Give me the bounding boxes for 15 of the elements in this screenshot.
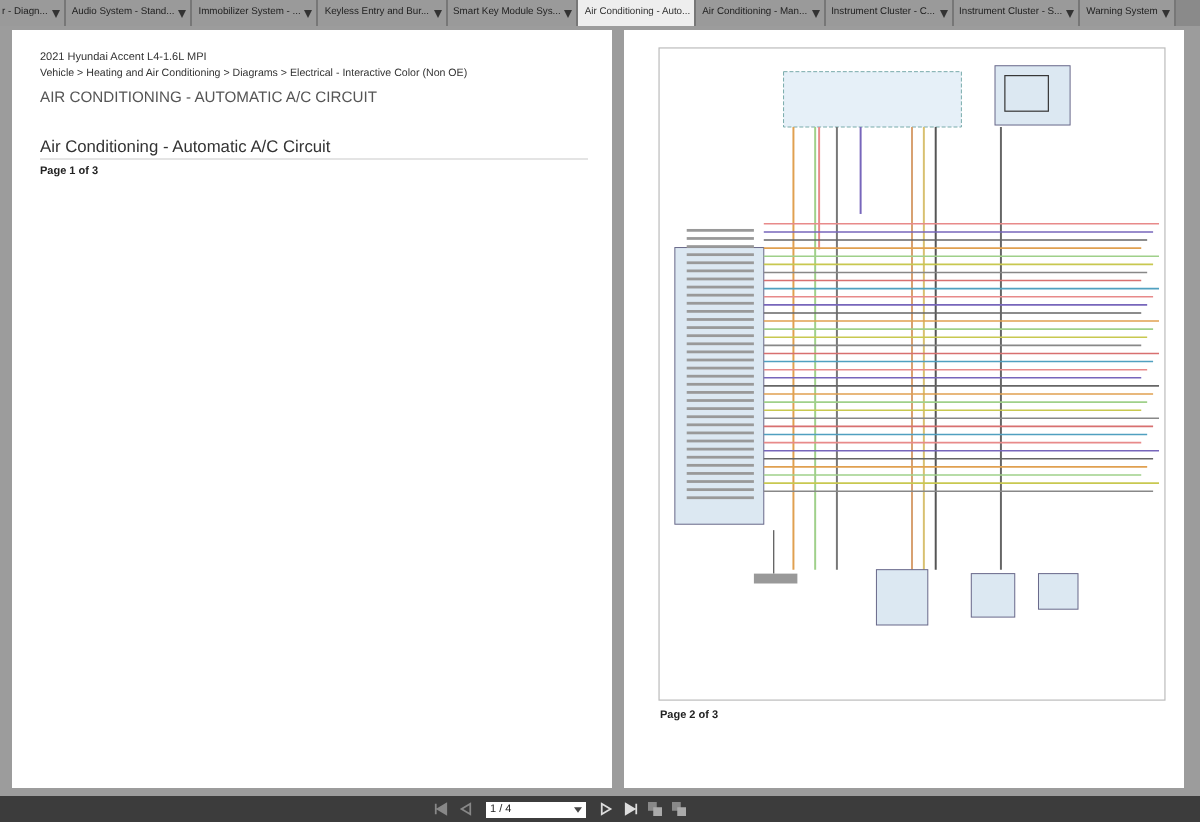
- caret-icon: [178, 9, 187, 17]
- last-page-button[interactable]: [622, 800, 640, 818]
- caret-icon: [1066, 9, 1075, 17]
- next-page-button[interactable]: [598, 800, 616, 818]
- caret-icon: [939, 9, 947, 17]
- caret-icon: [304, 9, 313, 17]
- caret-icon: [574, 805, 582, 813]
- caret-icon: [564, 9, 573, 17]
- first-page-button[interactable]: [432, 800, 450, 818]
- caret-icon: [811, 9, 820, 17]
- section-title: Air Conditioning - Automatic A/C Circuit: [40, 136, 588, 160]
- caret-icon: [433, 9, 442, 17]
- caret-icon: [1161, 9, 1170, 17]
- previous-page-button[interactable]: [456, 800, 474, 818]
- caret-icon: [51, 9, 60, 17]
